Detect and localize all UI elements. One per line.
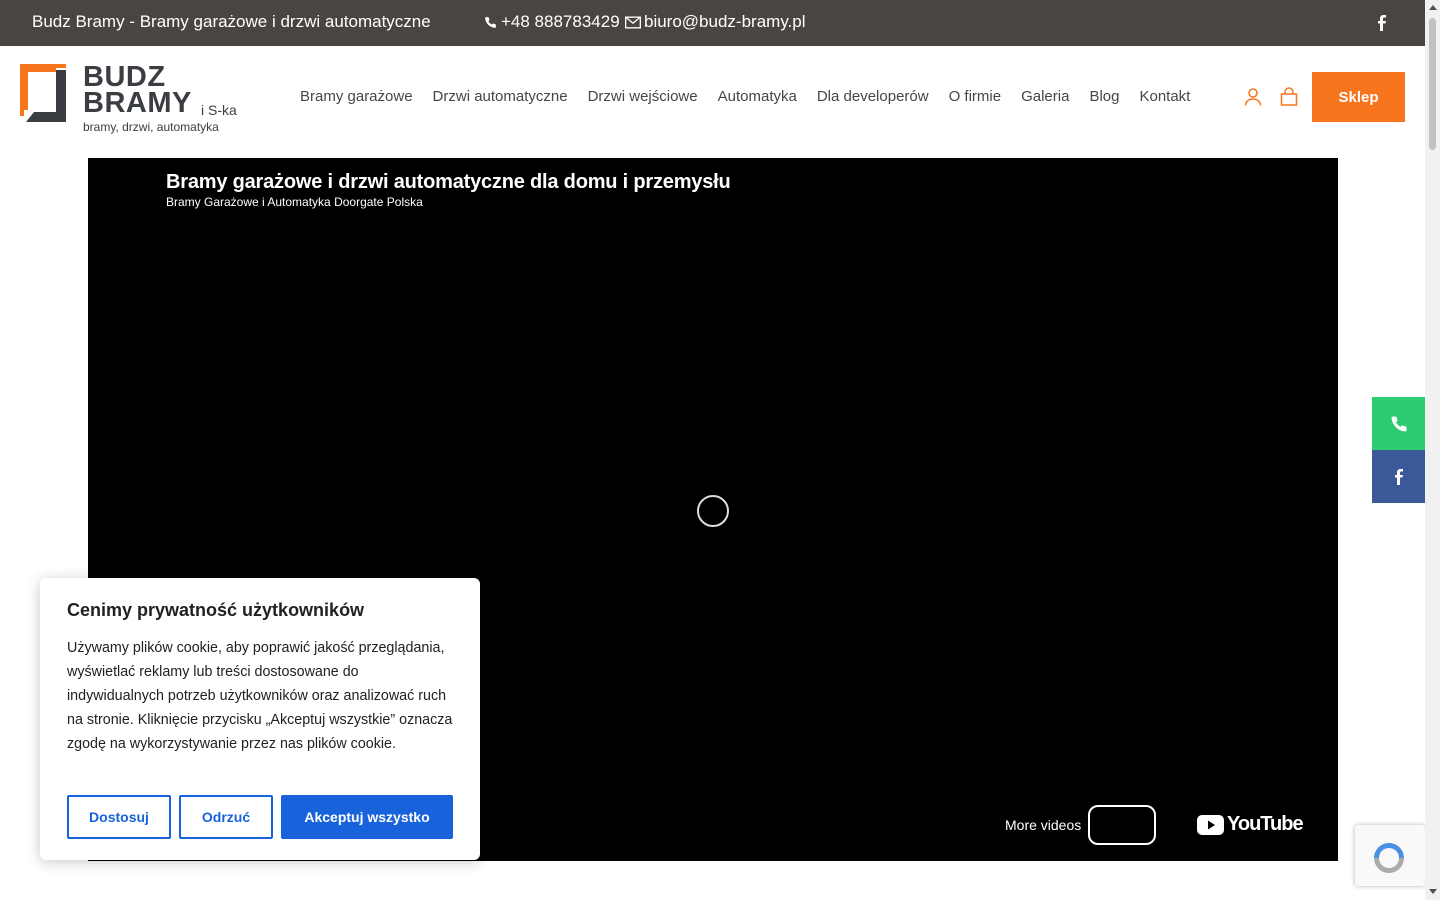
page-scrollbar[interactable] [1425, 0, 1440, 900]
cookie-description: Używamy plików cookie, aby poprawić jako… [67, 640, 453, 752]
cookie-consent-banner: Cenimy prywatność użytkowników Używamy p… [40, 578, 480, 860]
mail-icon [625, 16, 641, 28]
logo-tagline: bramy, drzwi, automatyka [83, 120, 219, 134]
logo-suffix: i S-ka [201, 102, 237, 118]
nav-item-galeria[interactable]: Galeria [1021, 88, 1069, 105]
nav-item-bramy-garazowe[interactable]: Bramy garażowe [300, 88, 413, 105]
nav-item-dla-developerow[interactable]: Dla developerów [817, 88, 929, 105]
site-logo[interactable]: BUDZ BRAMY i S-ka bramy, drzwi, automaty… [20, 62, 250, 136]
logo-word-bramy: BRAMY [83, 87, 192, 119]
more-videos-label: More videos [1005, 817, 1082, 833]
cookie-customize-button[interactable]: Dostosuj [67, 795, 171, 839]
nav-item-drzwi-automatyczne[interactable]: Drzwi automatyczne [433, 88, 568, 105]
video-title[interactable]: Bramy garażowe i drzwi automatyczne dla … [166, 171, 731, 194]
email-address: biuro@budz-bramy.pl [644, 12, 806, 31]
top-bar: Budz Bramy - Bramy garażowe i drzwi auto… [0, 0, 1425, 46]
nav-item-automatyka[interactable]: Automatyka [718, 88, 797, 105]
nav-item-blog[interactable]: Blog [1089, 88, 1119, 105]
phone-number: +48 888783429 [501, 12, 620, 31]
scroll-up-arrow-icon[interactable] [1429, 5, 1437, 10]
phone-icon [485, 16, 496, 28]
youtube-wordmark: YouTube [1227, 813, 1304, 835]
user-icon[interactable] [1244, 88, 1262, 106]
shop-button[interactable]: Sklep [1312, 72, 1405, 122]
phone-link[interactable]: +48 888783429 [484, 12, 620, 32]
email-link[interactable]: biuro@budz-bramy.pl [625, 12, 806, 32]
site-title: Budz Bramy - Bramy garażowe i drzwi auto… [32, 12, 431, 31]
recaptcha-badge[interactable] [1355, 825, 1425, 886]
loading-spinner-icon [697, 495, 729, 527]
nav-item-kontakt[interactable]: Kontakt [1139, 88, 1190, 105]
floating-facebook-button[interactable] [1372, 450, 1425, 503]
shopping-bag-icon[interactable] [1280, 87, 1298, 106]
youtube-logo-icon[interactable]: YouTube [1197, 813, 1304, 836]
scrollbar-thumb[interactable] [1429, 18, 1436, 150]
cookie-title: Cenimy prywatność użytkowników [67, 600, 365, 620]
youtube-play-icon [1197, 814, 1224, 835]
video-channel[interactable]: Bramy Garażowe i Automatyka Doorgate Pol… [166, 195, 423, 209]
cookie-reject-button[interactable]: Odrzuć [179, 795, 273, 839]
logo-mark-icon [20, 64, 66, 122]
facebook-icon [1394, 468, 1403, 485]
recaptcha-icon [1374, 843, 1404, 873]
floating-phone-button[interactable] [1372, 397, 1425, 450]
cookie-accept-all-button[interactable]: Akceptuj wszystko [281, 795, 453, 839]
nav-item-drzwi-wejsciowe[interactable]: Drzwi wejściowe [588, 88, 698, 105]
main-nav: Bramy garażowe Drzwi automatyczne Drzwi … [300, 88, 1190, 105]
nav-item-o-firmie[interactable]: O firmie [949, 88, 1002, 105]
phone-icon [1391, 415, 1406, 431]
more-videos-toggle[interactable] [1088, 805, 1156, 845]
facebook-icon[interactable] [1374, 14, 1390, 32]
scroll-down-arrow-icon[interactable] [1429, 889, 1437, 894]
